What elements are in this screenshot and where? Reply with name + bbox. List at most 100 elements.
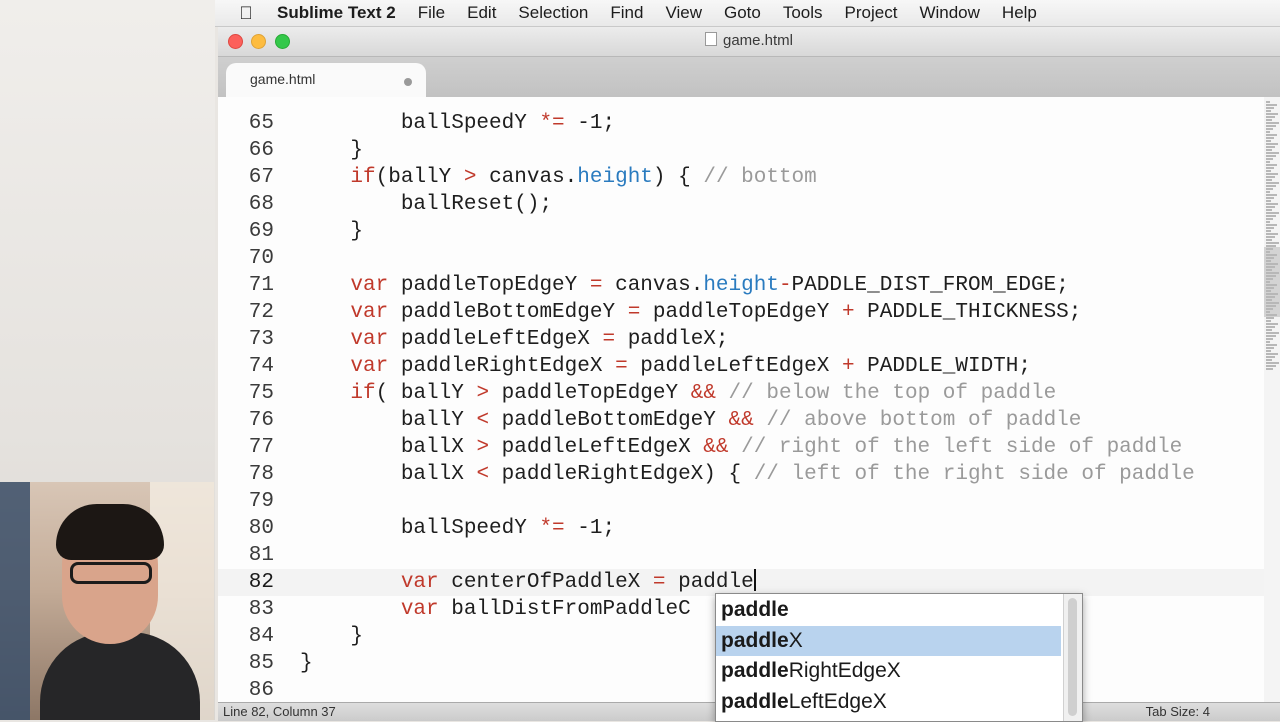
minimap-line [1266,287,1274,289]
code-line-81[interactable]: 81 [218,542,1264,569]
code-line-82[interactable]: 82 var centerOfPaddleX = paddle [218,569,1264,596]
code-token: paddleTopEdgeY [640,301,842,324]
menu-window[interactable]: Window [919,3,979,23]
code-token: < [476,409,490,432]
code-line-78[interactable]: 78 ballX < paddleRightEdgeX) { // left o… [218,461,1264,488]
minimap-line [1266,206,1275,208]
code-line-67[interactable]: 67 if(ballY > canvas.height) { // bottom [218,164,1264,191]
app-menu[interactable]: Sublime Text 2 [277,3,396,23]
line-code: if( ballY > paddleTopEdgeY && // below t… [300,380,1056,407]
line-code: var ballDistFromPaddleC [300,596,691,623]
presenter-hair [56,504,164,560]
code-line-74[interactable]: 74 var paddleRightEdgeX = paddleLeftEdge… [218,353,1264,380]
code-line-71[interactable]: 71 var paddleTopEdgeY = canvas.height-PA… [218,272,1264,299]
code-token: && [690,382,716,405]
code-line-80[interactable]: 80 ballSpeedY *= -1; [218,515,1264,542]
code-token: height [577,166,653,189]
code-line-76[interactable]: 76 ballY < paddleBottomEdgeY && // above… [218,407,1264,434]
minimap-line [1266,266,1275,268]
code-token: paddleLeftEdgeX [388,328,603,351]
code-token: // above bottom of paddle [766,409,1082,432]
autocomplete-item[interactable]: paddleX [716,625,1061,656]
code-line-73[interactable]: 73 var paddleLeftEdgeX = paddleX; [218,326,1264,353]
line-number: 77 [248,436,274,459]
minimap-line [1266,125,1276,127]
minimap-line [1266,278,1273,280]
code-token: -1; [564,112,616,135]
autocomplete-item[interactable]: paddle [716,595,1061,625]
menu-tools[interactable]: Tools [783,3,823,23]
tab-size-setting[interactable]: Tab Size: 4 [1146,704,1210,719]
unsaved-dot-icon[interactable] [404,78,412,86]
autocomplete-item[interactable]: paddleRightEdgeX [716,656,1061,686]
minimap-line [1266,170,1271,172]
menu-file[interactable]: File [418,3,445,23]
menu-selection[interactable]: Selection [518,3,588,23]
minimap-line [1266,176,1275,178]
autocomplete-popup[interactable]: paddle paddleX paddleRightEdgeX paddleLeftE… [715,593,1083,722]
code-line-77[interactable]: 77 ballX > paddleLeftEdgeX && // right o… [218,434,1264,461]
minimap[interactable] [1264,97,1280,702]
minimap-line [1266,242,1279,244]
minimap-line [1266,182,1279,184]
code-token: = [602,328,616,351]
autocomplete-scrollbar[interactable] [1063,594,1082,721]
autocomplete-scroll-thumb[interactable] [1068,598,1077,716]
minimap-line [1266,335,1276,337]
code-token: ballY [300,409,477,432]
minimap-line [1266,272,1279,274]
code-line-69[interactable]: 69 } [218,218,1264,245]
minimap-line [1266,167,1274,169]
line-number: 82 [248,571,274,594]
code-line-68[interactable]: 68 ballReset(); [218,191,1264,218]
apple-icon[interactable]:  [215,3,277,24]
minimap-line [1266,131,1270,133]
code-token: var [350,301,389,324]
window-titlebar[interactable]: game.html [218,27,1280,57]
menu-help[interactable]: Help [1002,3,1037,23]
minimap-line [1266,365,1276,367]
minimap-line [1266,104,1277,106]
code-token: } [300,220,364,243]
minimap-line [1266,326,1275,328]
code-line-79[interactable]: 79 [218,488,1264,515]
document-icon [704,32,717,46]
code-token: ) { [652,166,704,189]
menu-find[interactable]: Find [610,3,643,23]
minimap-line [1266,257,1274,259]
minimap-line [1266,149,1272,151]
autocomplete-match: paddle [721,689,789,713]
code-line-75[interactable]: 75 if( ballY > paddleTopEdgeY && // belo… [218,380,1264,407]
minimap-line [1266,152,1279,154]
menu-goto[interactable]: Goto [724,3,761,23]
minimap-line [1266,299,1272,301]
code-token: if [350,382,376,405]
code-line-66[interactable]: 66 } [218,137,1264,164]
line-number: 80 [248,517,274,540]
code-token: && [728,409,754,432]
menu-view[interactable]: View [665,3,702,23]
code-token: - [778,274,792,297]
code-line-65[interactable]: 65 ballSpeedY *= -1; [218,110,1264,137]
code-token: + [841,301,855,324]
code-token: paddleLeftEdgeX [627,355,842,378]
mac-menubar:  Sublime Text 2 File Edit Selection Fin… [215,0,1280,27]
code-line-72[interactable]: 72 var paddleBottomEdgeY = paddleTopEdge… [218,299,1264,326]
minimap-line [1266,155,1276,157]
menu-project[interactable]: Project [845,3,898,23]
line-number: 71 [248,274,274,297]
menu-edit[interactable]: Edit [467,3,496,23]
minimap-line [1266,200,1271,202]
tab-game-html[interactable]: game.html [226,63,426,97]
autocomplete-item[interactable]: paddleLeftEdgeX [716,687,1061,717]
code-line-70[interactable]: 70 [218,245,1264,272]
code-token: > [463,166,477,189]
minimap-line [1266,317,1274,319]
autocomplete-match: paddle [721,628,789,652]
cursor-position: Line 82, Column 37 [223,704,336,719]
code-token: + [841,355,855,378]
